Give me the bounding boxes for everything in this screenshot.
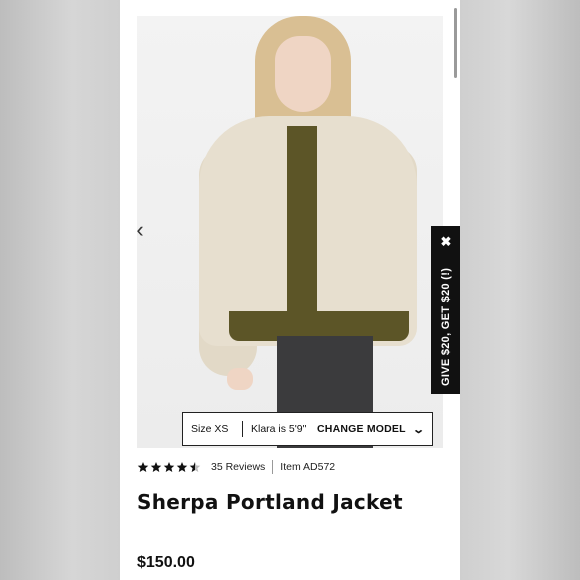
product-price: $150.00 — [137, 554, 195, 571]
star-icon — [150, 461, 162, 473]
reviews-link[interactable]: 35 Reviews — [211, 461, 265, 473]
model-hand — [227, 368, 253, 390]
item-number: Item AD572 — [280, 461, 336, 473]
close-icon[interactable]: ✖ — [431, 234, 460, 250]
scrollbar[interactable] — [454, 8, 457, 78]
product-page: Size XS Klara is 5'9" CHANGE MODEL ⌄ ‹ ›… — [120, 0, 460, 580]
rating-row: 35 Reviews Item AD572 — [137, 459, 335, 475]
carousel-prev-button[interactable]: ‹ — [133, 216, 147, 244]
change-model-button[interactable]: CHANGE MODEL ⌄ — [317, 423, 426, 436]
model-size-label: Size XS — [191, 423, 229, 435]
background-right — [460, 0, 580, 580]
model-info-bar: Size XS Klara is 5'9" CHANGE MODEL ⌄ — [182, 412, 433, 446]
background-left — [0, 0, 120, 580]
star-icon — [176, 461, 188, 473]
referral-promo-tab[interactable]: ✖ GIVE $20, GET $20 (!) — [431, 226, 460, 394]
product-image[interactable]: Size XS Klara is 5'9" CHANGE MODEL ⌄ — [137, 16, 443, 448]
rating-divider — [272, 460, 274, 474]
model-face — [275, 36, 331, 112]
star-rating[interactable] — [137, 461, 201, 473]
model-height-label: Klara is 5'9" — [251, 423, 307, 435]
chevron-down-icon: ⌄ — [411, 423, 426, 436]
star-icon — [163, 461, 175, 473]
change-model-label: CHANGE MODEL — [317, 423, 406, 435]
star-half-icon — [189, 461, 201, 473]
jacket-placket — [287, 126, 317, 336]
product-title: Sherpa Portland Jacket — [137, 490, 403, 514]
star-icon — [137, 461, 149, 473]
promo-text: GIVE $20, GET $20 (!) — [440, 267, 452, 386]
chevron-left-icon: ‹ — [136, 217, 144, 242]
